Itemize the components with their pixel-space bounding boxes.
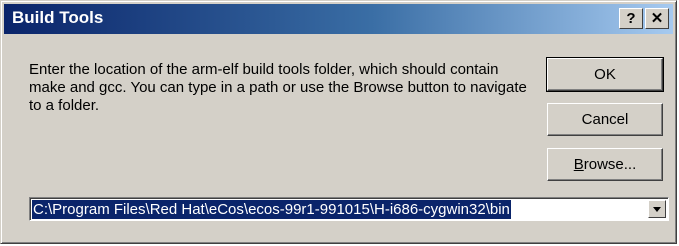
dialog-title: Build Tools (12, 8, 104, 27)
ok-button[interactable]: OK (546, 57, 664, 92)
question-mark-icon: ? (626, 10, 636, 27)
browse-button[interactable]: Browse... (547, 148, 663, 181)
build-tools-dialog: Build Tools ? ✕ Enter the location of th… (0, 0, 677, 244)
combobox-dropdown-button[interactable] (648, 200, 666, 218)
help-button[interactable]: ? (619, 8, 643, 29)
ok-button-label: OK (594, 66, 616, 83)
close-icon: ✕ (650, 10, 664, 27)
browse-label-rest: rowse... (583, 156, 637, 173)
path-combobox-value[interactable]: C:\Program Files\Red Hat\eCos\ecos-99r1-… (32, 200, 511, 219)
browse-button-label: Browse... (574, 156, 637, 173)
instruction-text: Enter the location of the arm-elf build … (29, 61, 527, 114)
title-bar[interactable]: Build Tools ? ✕ (4, 4, 673, 34)
chevron-down-icon (653, 207, 661, 212)
path-combobox[interactable]: C:\Program Files\Red Hat\eCos\ecos-99r1-… (29, 197, 669, 221)
browse-mnemonic: B (573, 156, 584, 173)
cancel-button-label: Cancel (581, 111, 629, 128)
cancel-button[interactable]: Cancel (547, 103, 663, 136)
close-button[interactable]: ✕ (645, 8, 669, 29)
